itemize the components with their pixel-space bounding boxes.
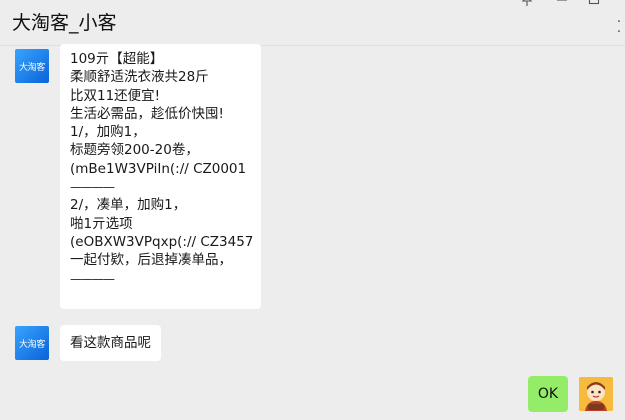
avatar-label: 大淘客 <box>18 339 46 350</box>
avatar[interactable]: 大淘客 <box>15 49 49 83</box>
message-line: 2/，凑单，加购1， <box>70 197 187 214</box>
message-line: 啪1亓选项 <box>70 215 133 232</box>
message-text: OK <box>537 386 559 402</box>
message-line: 109亓【超能】 <box>70 51 164 67</box>
message-text: 看这款商品呢 <box>70 335 151 351</box>
my-avatar[interactable] <box>579 377 613 411</box>
message-line: 标题旁领200-20卷， <box>70 142 199 159</box>
maximize-icon[interactable] <box>588 0 600 11</box>
more-icon[interactable]: · · <box>617 16 621 39</box>
title-bar: 大淘客_小客 · · <box>0 0 625 46</box>
message-bubble[interactable]: 看这款商品呢 <box>60 325 161 361</box>
message-line: 比双11还便宜! <box>70 87 161 104</box>
sent-message-bubble[interactable]: OK <box>528 376 568 412</box>
message-line: (mBe1W3VPiIn(:// CZ0001 <box>70 160 247 177</box>
avatar-label: 大淘客 <box>18 62 46 73</box>
message-separator: ———— <box>70 271 115 286</box>
cartoon-avatar-icon <box>579 377 613 411</box>
message-line: (eOBXW3VPqxp(:// CZ3457 <box>70 233 253 250</box>
message-line: 1/，加购1， <box>70 124 146 141</box>
pin-icon[interactable] <box>521 0 533 11</box>
chat-title: 大淘客_小客 <box>12 12 117 34</box>
avatar[interactable]: 大淘客 <box>15 326 49 360</box>
message-line: 柔顺舒适洗衣液共28斤 <box>70 69 209 86</box>
minimize-icon[interactable] <box>556 0 568 11</box>
message-separator: ———— <box>70 180 115 195</box>
message-line: 一起付欵，后退掉凑单品， <box>70 252 232 269</box>
message-bubble[interactable]: 109亓【超能】 柔顺舒适洗衣液共28斤 比双11还便宜! 生活必需品，趁低价快… <box>60 44 261 309</box>
message-text: 109亓【超能】 柔顺舒适洗衣液共28斤 比双11还便宜! 生活必需品，趁低价快… <box>60 44 261 288</box>
message-line: 生活必需品，趁低价快囤! <box>70 105 224 122</box>
